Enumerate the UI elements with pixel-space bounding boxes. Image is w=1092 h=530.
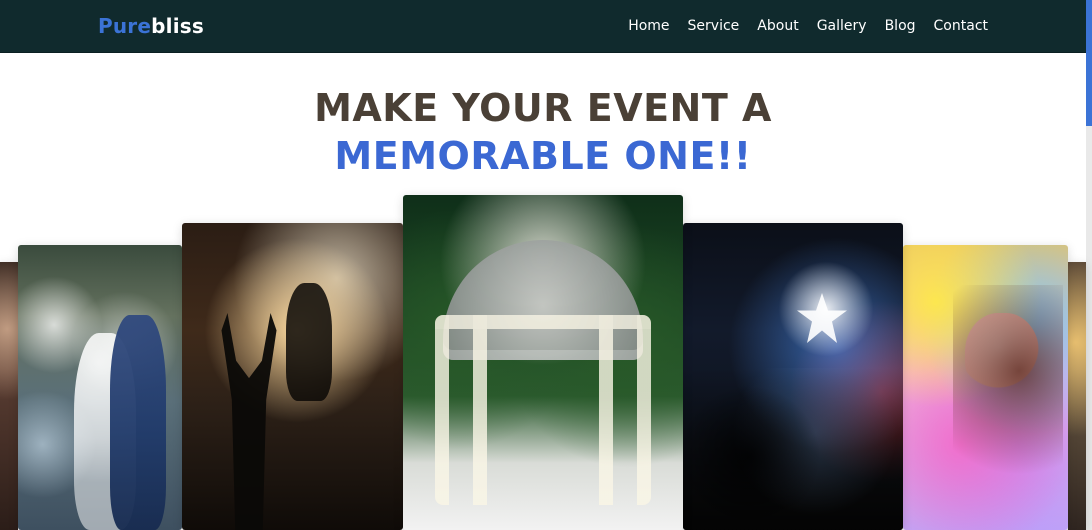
right-edge-photo[interactable] <box>1068 262 1086 530</box>
scrollbar-thumb[interactable] <box>1086 0 1092 126</box>
page: Purebliss Home Service About Gallery Blo… <box>0 0 1092 530</box>
club-dj-photo[interactable] <box>683 223 903 530</box>
holi-color-photo[interactable] <box>903 245 1068 530</box>
vertical-scrollbar[interactable] <box>1086 0 1092 530</box>
concert-photo[interactable] <box>182 223 403 530</box>
wedding-photo[interactable] <box>18 245 182 530</box>
event-gallery-carousel <box>0 0 1086 530</box>
gazebo-photo[interactable] <box>403 195 683 530</box>
left-edge-photo[interactable] <box>0 262 18 530</box>
